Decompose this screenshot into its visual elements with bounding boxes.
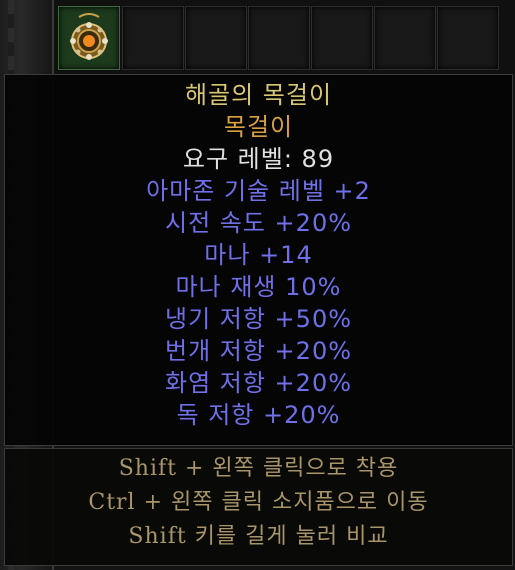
help-equip: Shift + 왼쪽 클릭으로 착용 [118,456,399,481]
amulet-icon[interactable] [65,13,113,63]
inventory-slot[interactable] [122,6,184,70]
item-tooltip: 해골의 목걸이 목걸이 요구 레벨: 89 아마존 기술 레벨 +2 시전 속도… [4,74,513,446]
item-property: 시전 속도 +20% [164,209,353,237]
item-property: 번개 저항 +20% [164,337,353,365]
item-name: 해골의 목걸이 [184,81,333,109]
inventory-slot[interactable] [185,6,247,70]
help-compare: Shift 키를 길게 눌러 비교 [128,524,389,549]
inventory-slot-amulet[interactable] [58,6,120,70]
item-property: 화염 저항 +20% [164,369,353,397]
item-property: 마나 재생 10% [175,273,342,301]
controls-help-panel: Shift + 왼쪽 클릭으로 착용 Ctrl + 왼쪽 클릭 소지품으로 이동… [4,448,513,566]
item-property: 마나 +14 [204,241,313,269]
help-move-to-inventory: Ctrl + 왼쪽 클릭 소지품으로 이동 [88,490,429,515]
inventory-slot[interactable] [437,6,499,70]
inventory-slot[interactable] [374,6,436,70]
item-required-level: 요구 레벨: 89 [182,145,335,173]
inventory-slot[interactable] [248,6,310,70]
item-property: 냉기 저항 +50% [164,305,353,333]
inventory-slot[interactable] [311,6,373,70]
item-property: 아마존 기술 레벨 +2 [146,177,371,205]
inventory-row [54,0,515,74]
item-base-type: 목걸이 [223,113,294,141]
item-property: 독 저항 +20% [176,401,341,429]
